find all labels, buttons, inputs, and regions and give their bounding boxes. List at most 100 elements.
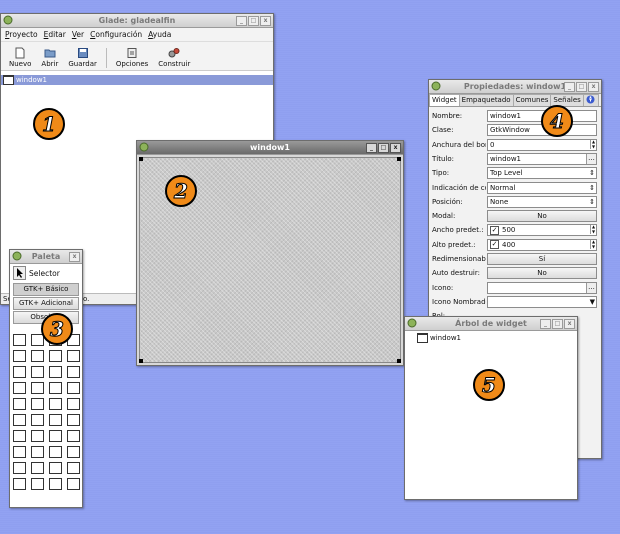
entry-field-icon[interactable]: [31, 366, 44, 378]
selector-row[interactable]: Selector: [10, 264, 82, 282]
separator-icon[interactable]: [13, 414, 26, 426]
status-text-tail: o.: [83, 295, 90, 303]
property-dropdown[interactable]: ▼: [487, 295, 597, 308]
menu-ayuda[interactable]: Ayuda: [148, 29, 171, 40]
property-toggle-button[interactable]: No: [487, 210, 597, 223]
menu-button-icon[interactable]: [31, 398, 44, 410]
property-spinbutton[interactable]: ✓ 400 ▲ ▼: [487, 238, 597, 251]
properties-titlebar[interactable]: Propiedades: window1 _ □ x: [429, 80, 601, 94]
scroll-icon[interactable]: [49, 430, 62, 442]
text-view-icon[interactable]: [49, 366, 62, 378]
close-button[interactable]: x: [390, 143, 401, 153]
fixed-icon[interactable]: [67, 446, 80, 458]
list-icon[interactable]: [67, 366, 80, 378]
minimize-button[interactable]: _: [564, 82, 575, 92]
hscale-icon[interactable]: [13, 462, 26, 474]
save-button[interactable]: Guardar: [64, 47, 101, 68]
progress-icon[interactable]: [67, 478, 80, 490]
build-button[interactable]: Construir: [154, 47, 194, 68]
property-toggle-button[interactable]: No: [487, 267, 597, 280]
entry-icon[interactable]: [31, 350, 44, 362]
glade-titlebar[interactable]: Glade: gladealfin _ □ x: [1, 14, 273, 28]
text-label-icon[interactable]: [13, 366, 26, 378]
close-button[interactable]: x: [588, 82, 599, 92]
property-entry[interactable]: window1...: [487, 152, 597, 165]
property-entry[interactable]: ...: [487, 281, 597, 294]
property-combo[interactable]: None ⇕: [487, 195, 597, 208]
maximize-button[interactable]: □: [378, 143, 389, 153]
grid-icon[interactable]: [67, 398, 80, 410]
calendar-icon[interactable]: [67, 430, 80, 442]
property-spinbutton[interactable]: ✓ 500 ▲ ▼: [487, 224, 597, 237]
maximize-button[interactable]: □: [248, 16, 259, 26]
checkbox[interactable]: ✓: [490, 240, 499, 250]
widget-tree-item[interactable]: window1: [405, 333, 577, 343]
tab-accessibility[interactable]: [582, 94, 599, 106]
property-toggle-button[interactable]: Sí: [487, 253, 597, 265]
radio-icon[interactable]: [67, 382, 80, 394]
options-button[interactable]: Opciones: [112, 47, 152, 68]
table-icon[interactable]: [49, 398, 62, 410]
project-tree-item[interactable]: window1: [1, 75, 273, 85]
close-button[interactable]: x: [564, 319, 575, 329]
check-icon[interactable]: [49, 382, 62, 394]
design-window-titlebar[interactable]: window1 _ □ x: [137, 141, 403, 155]
property-combo[interactable]: Top Level ⇕: [487, 167, 597, 180]
group-gtk-basic[interactable]: GTK+ Básico: [13, 283, 79, 296]
close-button[interactable]: x: [260, 16, 271, 26]
vseparator-icon[interactable]: [31, 414, 44, 426]
label-icon[interactable]: [13, 350, 26, 362]
ellipsis-button[interactable]: ...: [586, 153, 596, 164]
new-button[interactable]: Nuevo: [5, 47, 35, 68]
spin-arrows-icon[interactable]: ▲ ▼: [590, 225, 596, 235]
minimize-button[interactable]: _: [366, 143, 377, 153]
combo-arrow-icon: ⇕: [589, 183, 595, 192]
button-icon[interactable]: [13, 382, 26, 394]
resize-handle[interactable]: [397, 359, 401, 363]
palette-titlebar[interactable]: Paleta x: [10, 250, 82, 264]
close-button[interactable]: x: [69, 252, 80, 262]
vbox-icon[interactable]: [13, 446, 26, 458]
open-button[interactable]: Abrir: [37, 47, 62, 68]
maximize-button[interactable]: □: [552, 319, 563, 329]
menu-proyecto[interactable]: Proyecto: [5, 29, 38, 40]
tab-packing[interactable]: Empaquetado: [458, 94, 514, 106]
dialog-icon[interactable]: [49, 478, 62, 490]
menu-editar[interactable]: Editar: [44, 29, 66, 40]
spin-arrows-icon[interactable]: ▲ ▼: [590, 239, 596, 249]
resize-handle[interactable]: [397, 157, 401, 161]
table-layout-icon[interactable]: [49, 446, 62, 458]
checkbox[interactable]: ✓: [490, 225, 499, 235]
group-gtk-additional[interactable]: GTK+ Adicional: [13, 297, 79, 310]
hbox-icon[interactable]: [31, 446, 44, 458]
minimize-button[interactable]: _: [540, 319, 551, 329]
image-icon[interactable]: [49, 414, 62, 426]
property-row: Ancho predet.: ✓ 500 ▲ ▼: [431, 223, 599, 237]
maximize-button[interactable]: □: [576, 82, 587, 92]
widget-tree-titlebar[interactable]: Árbol de widget _ □ x: [405, 317, 577, 331]
hpaned-icon[interactable]: [49, 462, 62, 474]
ellipsis-button[interactable]: ...: [586, 282, 596, 293]
image-frame-icon[interactable]: [31, 430, 44, 442]
option-menu-icon[interactable]: [13, 398, 26, 410]
spinbutton-icon[interactable]: [67, 350, 80, 362]
resize-handle[interactable]: [139, 157, 143, 161]
notebook-icon[interactable]: [13, 478, 26, 490]
notebook2-icon[interactable]: [31, 478, 44, 490]
resize-handle[interactable]: [139, 359, 143, 363]
frame-icon[interactable]: [13, 430, 26, 442]
combo-icon[interactable]: [49, 350, 62, 362]
spin-arrows-icon[interactable]: ▲ ▼: [590, 139, 596, 149]
toggle-icon[interactable]: [31, 382, 44, 394]
vpaned-icon[interactable]: [67, 462, 80, 474]
property-spinbutton[interactable]: 0 ▲ ▼: [487, 138, 597, 151]
menu-ver[interactable]: Ver: [72, 29, 84, 40]
menu-icon[interactable]: [13, 334, 26, 346]
menu-configuracion[interactable]: Configuración: [90, 29, 142, 40]
vscale-icon[interactable]: [31, 462, 44, 474]
drawing-icon[interactable]: [67, 414, 80, 426]
minimize-button[interactable]: _: [236, 16, 247, 26]
property-combo[interactable]: Normal ⇕: [487, 181, 597, 194]
property-value: GtkWindow: [490, 126, 530, 135]
tab-widget[interactable]: Widget: [429, 94, 460, 106]
